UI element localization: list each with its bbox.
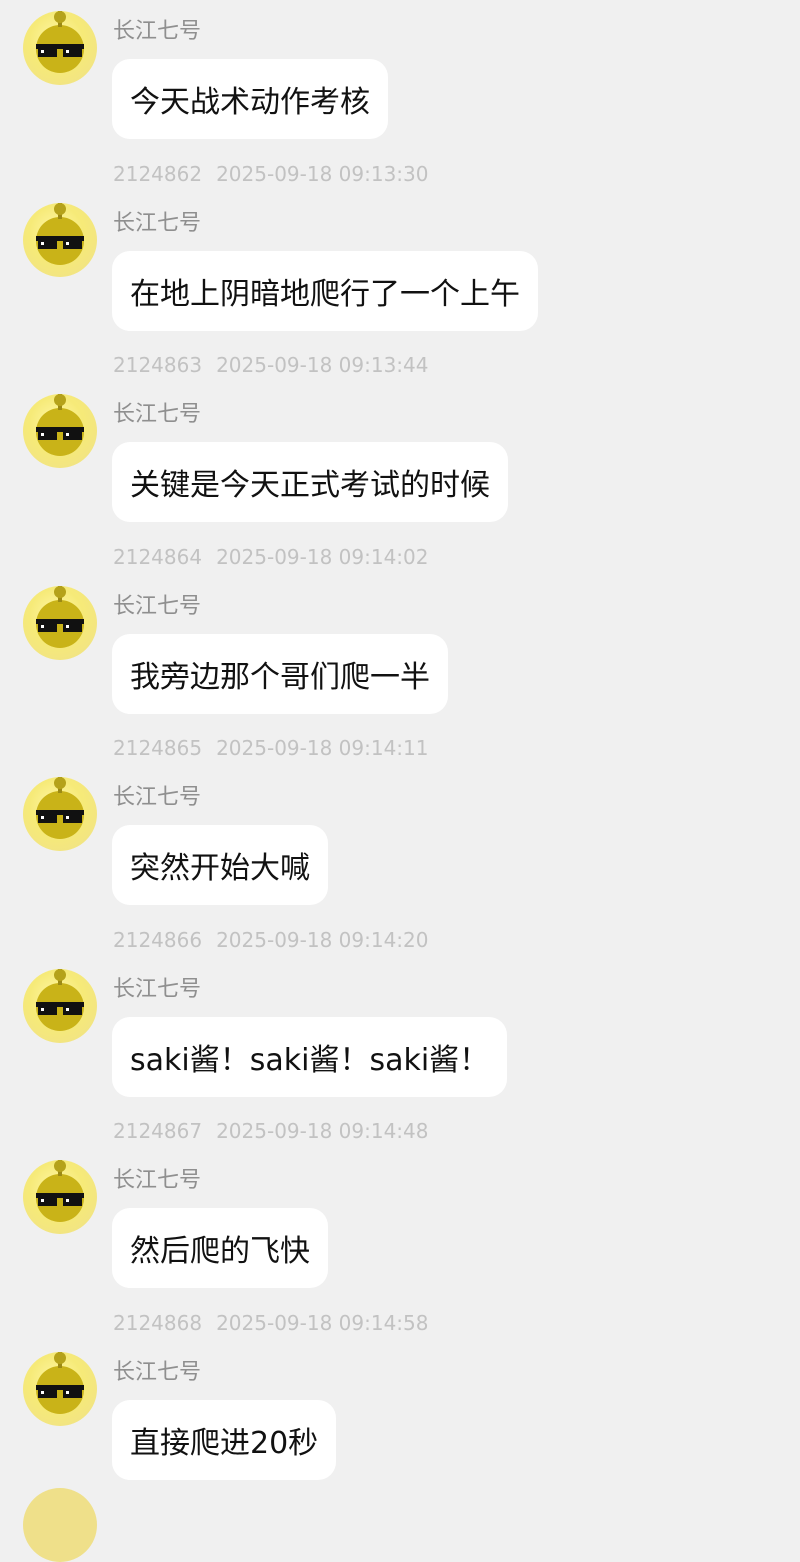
message-bubble[interactable]: 直接爬进20秒: [112, 1400, 337, 1480]
message-timestamp: 2025-09-18 09:14:58: [216, 1311, 429, 1335]
message-timestamp: 2025-09-18 09:14:11: [216, 736, 429, 760]
sender-name: 长江七号: [113, 1168, 202, 1193]
message-bubble[interactable]: 在地上阴暗地爬行了一个上午: [112, 251, 538, 331]
message-row: 2124863 2025-09-18 09:13:44 长江七号 关键是今天正式考…: [0, 353, 800, 543]
message-id: 2124866: [113, 928, 203, 952]
message-id: 2124868: [113, 1311, 203, 1335]
message-row: 2124868 2025-09-18 09:14:58 长江七号 直接爬进20秒: [0, 1311, 800, 1501]
avatar[interactable]: [23, 586, 97, 660]
sender-name: 长江七号: [113, 19, 202, 44]
avatar[interactable]: [23, 777, 97, 851]
message-meta: 2124863 2025-09-18 09:13:44: [113, 353, 429, 377]
message-bubble[interactable]: 关键是今天正式考试的时候: [112, 442, 508, 522]
sunglasses-character-icon: [36, 11, 84, 73]
avatar[interactable]: [23, 969, 97, 1043]
avatar[interactable]: [23, 11, 97, 85]
message-timestamp: 2025-09-18 09:14:02: [216, 545, 429, 569]
sender-name: 长江七号: [113, 977, 202, 1002]
avatar[interactable]: [23, 1352, 97, 1426]
sunglasses-character-icon: [36, 1352, 84, 1414]
message-id: 2124863: [113, 353, 203, 377]
sunglasses-character-icon: [36, 203, 84, 265]
message-row: 2124864 2025-09-18 09:14:02 长江七号 我旁边那个哥们爬…: [0, 545, 800, 735]
avatar[interactable]: [23, 1160, 97, 1234]
message-id: 2124862: [113, 162, 203, 186]
message-bubble[interactable]: 今天战术动作考核: [112, 59, 388, 139]
sunglasses-character-icon: [36, 394, 84, 456]
sender-name: 长江七号: [113, 402, 202, 427]
sender-name: 长江七号: [113, 1360, 202, 1385]
message-id: 2124864: [113, 545, 203, 569]
message-meta: 2124867 2025-09-18 09:14:48: [113, 1119, 429, 1143]
avatar[interactable]: [23, 394, 97, 468]
avatar[interactable]: [23, 1488, 97, 1562]
sender-name: 长江七号: [113, 211, 202, 236]
sunglasses-character-icon: [36, 1160, 84, 1222]
message-bubble[interactable]: 然后爬的飞快: [112, 1208, 328, 1288]
message-row: 2124867 2025-09-18 09:14:48 长江七号 然后爬的飞快: [0, 1119, 800, 1309]
message-timestamp: 2025-09-18 09:13:30: [216, 162, 429, 186]
message-timestamp: 2025-09-18 09:14:20: [216, 928, 429, 952]
message-meta: 2124868 2025-09-18 09:14:58: [113, 1311, 429, 1335]
message-bubble[interactable]: 突然开始大喊: [112, 825, 328, 905]
message-meta: 2124865 2025-09-18 09:14:11: [113, 736, 429, 760]
message-row: 长江七号 今天战术动作考核: [0, 0, 800, 139]
message-meta: 2124866 2025-09-18 09:14:20: [113, 928, 429, 952]
message-bubble[interactable]: 我旁边那个哥们爬一半: [112, 634, 448, 714]
message-id: 2124865: [113, 736, 203, 760]
message-timestamp: 2025-09-18 09:14:48: [216, 1119, 429, 1143]
message-row: 2124865 2025-09-18 09:14:11 长江七号 突然开始大喊: [0, 736, 800, 926]
sender-name: 长江七号: [113, 594, 202, 619]
avatar[interactable]: [23, 203, 97, 277]
message-row: 2124862 2025-09-18 09:13:30 长江七号 在地上阴暗地爬行…: [0, 162, 800, 352]
message-bubble[interactable]: saki酱！saki酱！saki酱！: [112, 1017, 508, 1097]
message-timestamp: 2025-09-18 09:13:44: [216, 353, 429, 377]
message-row: 2124866 2025-09-18 09:14:20 长江七号 saki酱！sa…: [0, 928, 800, 1118]
sunglasses-character-icon: [36, 777, 84, 839]
sunglasses-character-icon: [36, 586, 84, 648]
message-id: 2124867: [113, 1119, 203, 1143]
sender-name: 长江七号: [113, 785, 202, 810]
message-meta: 2124862 2025-09-18 09:13:30: [113, 162, 429, 186]
message-meta: 2124864 2025-09-18 09:14:02: [113, 545, 429, 569]
sunglasses-character-icon: [36, 969, 84, 1031]
